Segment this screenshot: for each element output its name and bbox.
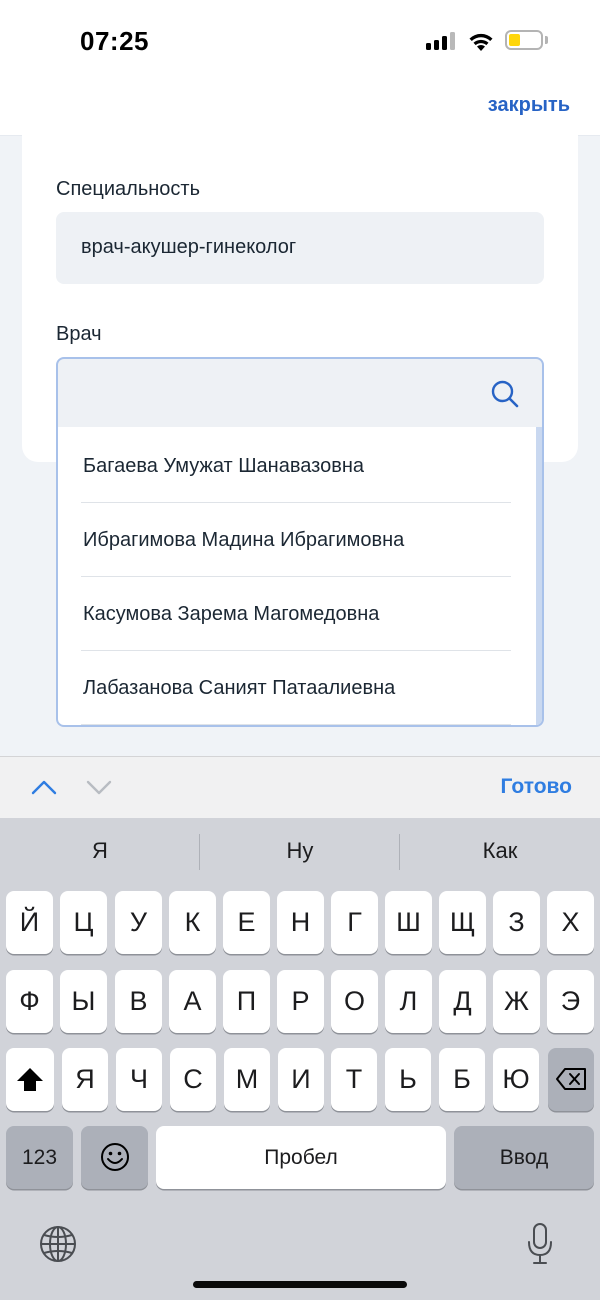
key[interactable]: А (169, 970, 216, 1033)
key[interactable]: Ч (116, 1048, 162, 1111)
doctor-search-input[interactable] (56, 357, 544, 429)
key[interactable]: Л (385, 970, 432, 1033)
keyboard-toolbar: Готово (0, 756, 600, 818)
return-key[interactable]: Ввод (454, 1126, 594, 1189)
option-label: Багаева Умужат Шанавазовна (83, 455, 364, 477)
key[interactable]: Щ (439, 891, 486, 954)
key[interactable]: В (115, 970, 162, 1033)
specialty-value: врач-акушер-гинеколог (81, 236, 297, 258)
key[interactable]: Д (439, 970, 486, 1033)
shift-key[interactable] (6, 1048, 54, 1111)
key[interactable]: Ь (385, 1048, 431, 1111)
space-key[interactable]: Пробел (156, 1126, 446, 1189)
key[interactable]: Ю (493, 1048, 539, 1111)
key[interactable]: Э (547, 970, 594, 1033)
option-label: Лабазанова Саният Патаалиевна (83, 677, 396, 699)
dropdown-option[interactable]: Касумова Зарема Магомедовна (81, 577, 511, 651)
suggestion[interactable]: Ну (200, 838, 400, 864)
doctor-label: Врач (56, 323, 102, 345)
dropdown-scrollbar[interactable] (536, 427, 542, 725)
emoji-icon (100, 1143, 129, 1171)
battery-tip (545, 36, 548, 44)
backspace-key[interactable] (548, 1048, 594, 1111)
status-time: 07:25 (80, 26, 149, 56)
keyboard: Я Ну Как Й Ц У К Е Н Г Ш Щ З Х Ф Ы В А П… (0, 818, 600, 1300)
key[interactable]: П (223, 970, 270, 1033)
specialty-field[interactable]: врач-акушер-гинеколог (56, 212, 544, 284)
globe-icon[interactable] (38, 1224, 78, 1264)
key[interactable]: Г (331, 891, 378, 954)
key[interactable]: И (278, 1048, 324, 1111)
option-label: Ибрагимова Мадина Ибрагимовна (83, 529, 405, 551)
key[interactable]: Ц (60, 891, 107, 954)
done-button[interactable]: Готово (501, 775, 572, 799)
key[interactable]: Е (223, 891, 270, 954)
key[interactable]: Ш (385, 891, 432, 954)
wifi-icon (469, 33, 493, 51)
suggestion[interactable]: Как (400, 838, 600, 864)
key[interactable]: О (331, 970, 378, 1033)
microphone-icon[interactable] (526, 1222, 554, 1266)
key[interactable]: Х (547, 891, 594, 954)
chevron-up-icon[interactable] (30, 777, 58, 797)
doctor-dropdown: Багаева Умужат Шанавазовна Ибрагимова Ма… (56, 427, 544, 727)
key[interactable]: Б (439, 1048, 485, 1111)
key[interactable]: Й (6, 891, 53, 954)
chevron-down-icon[interactable] (85, 777, 113, 797)
status-bar: 07:25 (0, 0, 600, 80)
key[interactable]: У (115, 891, 162, 954)
home-indicator (193, 1281, 407, 1288)
key[interactable]: Р (277, 970, 324, 1033)
key[interactable]: Н (277, 891, 324, 954)
battery-icon (505, 30, 543, 50)
option-label: Касумова Зарема Магомедовна (83, 603, 380, 625)
key[interactable]: Ж (493, 970, 540, 1033)
key[interactable]: Я (62, 1048, 108, 1111)
dropdown-option[interactable]: Ибрагимова Мадина Ибрагимовна (81, 503, 511, 577)
dropdown-option[interactable]: Лабазанова Саният Патаалиевна (81, 651, 511, 725)
cellular-signal-icon (426, 32, 458, 50)
numbers-key[interactable]: 123 (6, 1126, 73, 1189)
key[interactable]: К (169, 891, 216, 954)
key[interactable]: Т (331, 1048, 377, 1111)
key[interactable]: З (493, 891, 540, 954)
emoji-key[interactable] (81, 1126, 148, 1189)
shift-icon (17, 1068, 43, 1091)
key[interactable]: С (170, 1048, 216, 1111)
search-icon[interactable] (490, 379, 520, 409)
key[interactable]: М (224, 1048, 270, 1111)
close-button[interactable]: закрыть (488, 94, 570, 117)
key[interactable]: Ф (6, 970, 53, 1033)
dropdown-option[interactable]: Багаева Умужат Шанавазовна (81, 429, 511, 503)
specialty-label: Специальность (56, 178, 200, 200)
suggestion[interactable]: Я (0, 838, 200, 864)
backspace-icon (556, 1068, 586, 1090)
key[interactable]: Ы (60, 970, 107, 1033)
